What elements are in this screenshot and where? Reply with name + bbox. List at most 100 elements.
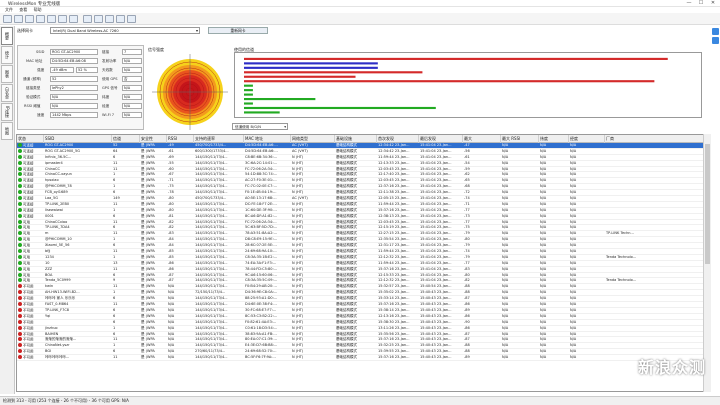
- column-header-vendor[interactable]: 厂商: [605, 135, 704, 143]
- status-icon: [18, 272, 22, 277]
- title-bar: WirelessMon 专业无线版 — ☐ ✕: [0, 0, 720, 7]
- open-icon[interactable]: [14, 15, 23, 23]
- minimize-button[interactable]: —: [683, 0, 695, 7]
- column-header-infra[interactable]: 基础设施: [335, 135, 377, 143]
- edge-button-2[interactable]: [712, 37, 719, 44]
- refresh-adapter-button[interactable]: 重新网卡: [208, 27, 268, 34]
- copy-icon[interactable]: [36, 15, 45, 23]
- column-header-max[interactable]: 最大: [463, 135, 501, 143]
- channel-bar: [244, 97, 316, 101]
- paste-icon[interactable]: [47, 15, 56, 23]
- channel-text: 6: [113, 178, 116, 183]
- channel-text: 11: [113, 249, 118, 254]
- tab-summary[interactable]: 概要: [1, 27, 13, 45]
- status-icon: [18, 319, 22, 324]
- channel-text: 6: [113, 331, 116, 336]
- rate2-label: 链接: [102, 50, 110, 54]
- status-text: 不可用: [23, 308, 34, 313]
- lon-label: 经度: [102, 104, 110, 108]
- help-icon[interactable]: [127, 15, 136, 23]
- status-icon: [18, 290, 22, 295]
- toolbar: [0, 13, 720, 25]
- channel-text: 6: [113, 349, 116, 354]
- status-text: 不可用: [23, 320, 34, 325]
- scrollbar-thumb[interactable]: [705, 144, 710, 264]
- table-row[interactable]: 不可用 咔咔咔咔咔咔... 11 是 (WPA N/A 144/150/11/73/4..…: [17, 355, 710, 361]
- column-header-rssi[interactable]: RSSI: [167, 135, 194, 143]
- status-text: 可用: [23, 267, 30, 272]
- channel-text: 52: [113, 143, 118, 147]
- column-header-lon[interactable]: 经度: [569, 135, 605, 143]
- new-icon[interactable]: [3, 15, 12, 23]
- signal-label: 强度: [37, 68, 45, 72]
- status-text: 可用: [23, 255, 30, 260]
- channel-text: 64: [113, 148, 118, 153]
- column-header-type[interactable]: 网络类型: [291, 135, 335, 143]
- tab-stats[interactable]: 统计: [1, 46, 13, 64]
- channel-text: 6: [113, 225, 116, 230]
- status-icon: [18, 313, 22, 318]
- cell-sec: 是 (WPA: [141, 355, 155, 360]
- column-header-rates[interactable]: 支持的速率: [194, 135, 244, 143]
- status-icon: [18, 154, 22, 159]
- status-text: 可连接: [23, 214, 34, 219]
- log-icon[interactable]: [94, 15, 103, 23]
- channel-text: 1: [113, 172, 116, 177]
- channel-text: 11: [113, 302, 118, 307]
- channel-bar: [244, 71, 423, 74]
- channel-text: 11: [113, 160, 118, 165]
- column-header-sec[interactable]: 安全性: [140, 135, 167, 143]
- status-text: 可用: [23, 225, 30, 230]
- column-header-last[interactable]: 最后发现: [419, 135, 463, 143]
- channel-text: 11: [113, 166, 118, 171]
- rssi-label: RSSI 阈值: [24, 104, 41, 108]
- channel-filter-select[interactable]: 信道使用 B/G/N: [232, 123, 288, 130]
- column-header-status[interactable]: 状态: [17, 135, 44, 143]
- settings-icon[interactable]: [116, 15, 125, 23]
- channel-text: 11: [113, 284, 118, 289]
- channel-text: 1: [113, 290, 116, 295]
- side-tabs: 概要 统计 图表 白名单 IP连接 地图: [0, 26, 15, 394]
- column-header-lat[interactable]: 纬度: [539, 135, 569, 143]
- proto-label: 链接类型: [26, 86, 41, 90]
- status-text: 不可用: [23, 337, 34, 342]
- status-text: 可连接: [23, 172, 34, 177]
- status-text: 不可用: [23, 302, 34, 307]
- export-icon[interactable]: [69, 15, 78, 23]
- column-header-maxr[interactable]: 最大 RSSI: [501, 135, 539, 143]
- status-icon: [18, 266, 22, 271]
- filter-icon[interactable]: [105, 15, 114, 23]
- mac-value: D4:5D:64:EB:A6:08: [50, 58, 98, 64]
- channel-text: 6: [113, 154, 116, 159]
- maximize-button[interactable]: ☐: [695, 0, 707, 7]
- channel-usage-chart: [234, 52, 702, 118]
- status-icon: [18, 190, 22, 195]
- column-header-ssid[interactable]: SSID: [44, 135, 112, 143]
- status-icon: [18, 260, 22, 265]
- mac-label: MAC 地址: [26, 59, 43, 63]
- channel-text: 11: [113, 355, 118, 360]
- status-text: 不可用: [23, 343, 34, 348]
- tab-ip[interactable]: IP连接: [1, 103, 13, 121]
- status-text: 可连接: [23, 202, 34, 207]
- gps-signal-label: GPS 信号: [102, 86, 118, 90]
- gps-icon[interactable]: [83, 15, 92, 23]
- print-icon[interactable]: [58, 15, 67, 23]
- channel-text: 11: [113, 337, 118, 342]
- cell-last: 15:40:43 23-Jan...: [420, 355, 452, 360]
- channel-bar: [244, 89, 253, 92]
- tab-map[interactable]: 地图: [1, 122, 13, 140]
- column-header-ch[interactable]: 信道: [112, 135, 140, 143]
- status-icon: [18, 207, 22, 212]
- close-button[interactable]: ✕: [707, 0, 719, 7]
- save-icon[interactable]: [25, 15, 34, 23]
- channel-bar: [244, 66, 378, 69]
- tab-chart[interactable]: 图表: [1, 65, 13, 83]
- rate-label: 速度: [37, 113, 45, 117]
- channel-text: 1: [113, 325, 116, 330]
- edge-button-1[interactable]: [712, 28, 719, 35]
- adapter-select[interactable]: Intel(R) Dual Band Wireless-AC 7260: [50, 27, 200, 34]
- column-header-mac[interactable]: MAC 地址: [244, 135, 291, 143]
- tab-whitelist[interactable]: 白名单: [1, 84, 13, 102]
- column-header-first[interactable]: 首次发现: [377, 135, 419, 143]
